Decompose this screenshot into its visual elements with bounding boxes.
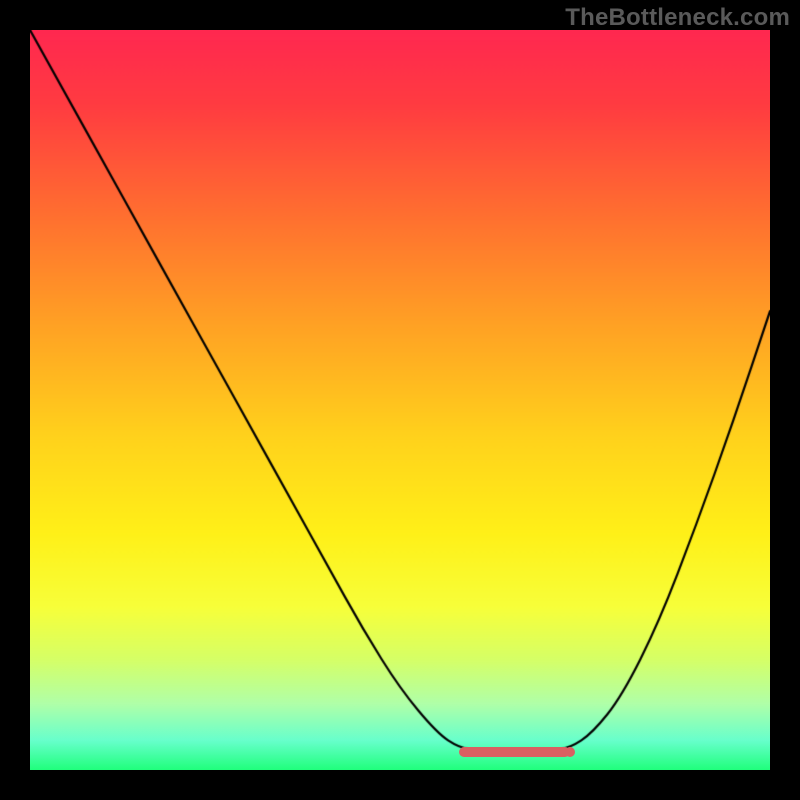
bottleneck-curve [30, 30, 770, 770]
optimal-range-highlight [459, 747, 570, 757]
watermark-text: TheBottleneck.com [565, 4, 790, 32]
plot-area [30, 30, 770, 770]
optimal-point-marker [565, 747, 575, 757]
chart-frame: TheBottleneck.com [0, 0, 800, 800]
